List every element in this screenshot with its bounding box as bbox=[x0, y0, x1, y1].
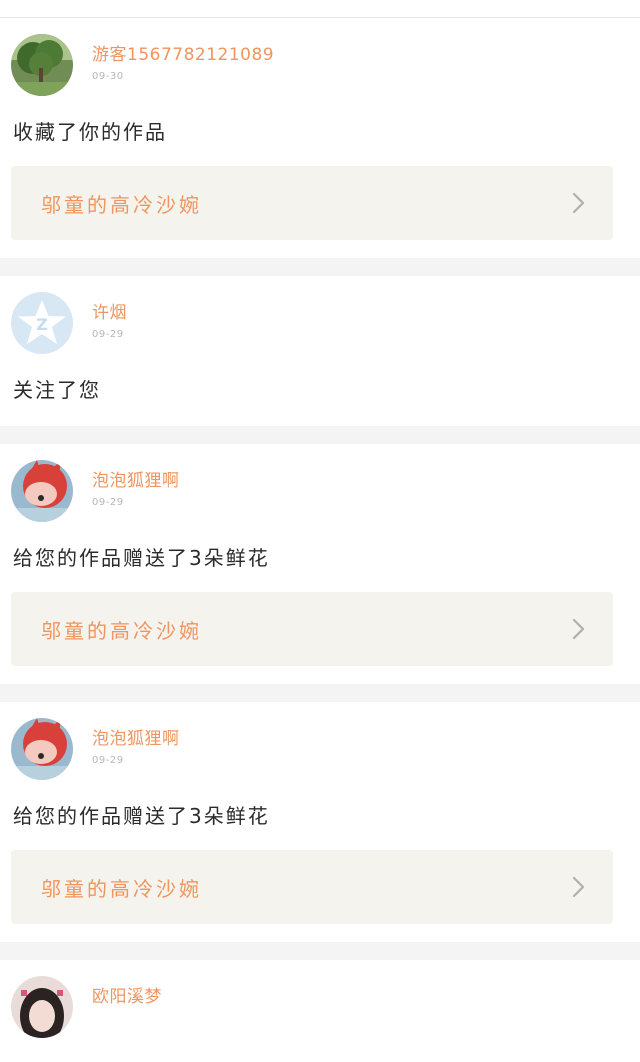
username[interactable]: 游客1567782121089 bbox=[92, 44, 274, 66]
work-title: 邬童的高冷沙婉 bbox=[41, 618, 202, 643]
qzone-star-icon: Z bbox=[11, 292, 73, 354]
card-header: 欧阳溪梦 bbox=[0, 976, 640, 1038]
username[interactable]: 许烟 bbox=[92, 302, 127, 324]
avatar[interactable] bbox=[11, 976, 73, 1038]
notification-card: 游客1567782121089 09-30 收藏了你的作品 邬童的高冷沙婉 bbox=[0, 18, 640, 258]
avatar[interactable] bbox=[11, 718, 73, 780]
card-padding bbox=[0, 240, 640, 258]
avatar[interactable] bbox=[11, 460, 73, 522]
notification-feed: 游客1567782121089 09-30 收藏了你的作品 邬童的高冷沙婉 Z bbox=[0, 18, 640, 1038]
username[interactable]: 泡泡狐狸啊 bbox=[92, 470, 180, 492]
meta: 泡泡狐狸啊 09-29 bbox=[92, 460, 180, 508]
chevron-right-icon bbox=[572, 192, 585, 214]
timestamp: 09-29 bbox=[92, 329, 124, 340]
card-header: 游客1567782121089 09-30 bbox=[0, 34, 640, 96]
card-header: 泡泡狐狸啊 09-29 bbox=[0, 718, 640, 780]
work-title: 邬童的高冷沙婉 bbox=[41, 876, 202, 901]
timestamp: 09-29 bbox=[92, 755, 124, 766]
timestamp: 09-29 bbox=[92, 497, 124, 508]
work-title: 邬童的高冷沙婉 bbox=[41, 192, 202, 217]
meta: 游客1567782121089 09-30 bbox=[92, 34, 274, 82]
notification-card: 欧阳溪梦 bbox=[0, 960, 640, 1038]
meta: 泡泡狐狸啊 09-29 bbox=[92, 718, 180, 766]
notification-message: 收藏了你的作品 bbox=[13, 120, 167, 144]
username[interactable]: 泡泡狐狸啊 bbox=[92, 728, 180, 750]
notification-card: 泡泡狐狸啊 09-29 给您的作品赠送了3朵鲜花 邬童的高冷沙婉 bbox=[0, 444, 640, 684]
card-padding bbox=[0, 404, 640, 426]
tree-photo-avatar bbox=[11, 34, 73, 96]
top-divider bbox=[0, 0, 640, 18]
work-link[interactable]: 邬童的高冷沙婉 bbox=[11, 592, 613, 666]
girl-photo-avatar bbox=[11, 976, 73, 1038]
notification-card: 泡泡狐狸啊 09-29 给您的作品赠送了3朵鲜花 邬童的高冷沙婉 bbox=[0, 702, 640, 942]
red-fox-cartoon-avatar bbox=[11, 460, 73, 522]
chevron-right-icon bbox=[572, 876, 585, 898]
red-fox-cartoon-avatar bbox=[11, 718, 73, 780]
avatar[interactable]: Z bbox=[11, 292, 73, 354]
notification-card: Z 许烟 09-29 关注了您 bbox=[0, 276, 640, 426]
separator bbox=[0, 684, 640, 702]
card-padding bbox=[0, 924, 640, 942]
notification-message: 给您的作品赠送了3朵鲜花 bbox=[13, 804, 270, 828]
card-padding bbox=[0, 666, 640, 684]
separator bbox=[0, 426, 640, 444]
work-link[interactable]: 邬童的高冷沙婉 bbox=[11, 850, 613, 924]
chevron-right-icon bbox=[572, 618, 585, 640]
card-header: 泡泡狐狸啊 09-29 bbox=[0, 460, 640, 522]
meta: 欧阳溪梦 bbox=[92, 976, 162, 1008]
meta: 许烟 09-29 bbox=[92, 292, 127, 340]
svg-text:Z: Z bbox=[36, 315, 48, 334]
card-header: Z 许烟 09-29 bbox=[0, 292, 640, 354]
username[interactable]: 欧阳溪梦 bbox=[92, 986, 162, 1008]
separator bbox=[0, 942, 640, 960]
notification-message: 关注了您 bbox=[13, 378, 101, 402]
work-link[interactable]: 邬童的高冷沙婉 bbox=[11, 166, 613, 240]
timestamp: 09-30 bbox=[92, 71, 124, 82]
separator bbox=[0, 258, 640, 276]
notification-message: 给您的作品赠送了3朵鲜花 bbox=[13, 546, 270, 570]
avatar[interactable] bbox=[11, 34, 73, 96]
